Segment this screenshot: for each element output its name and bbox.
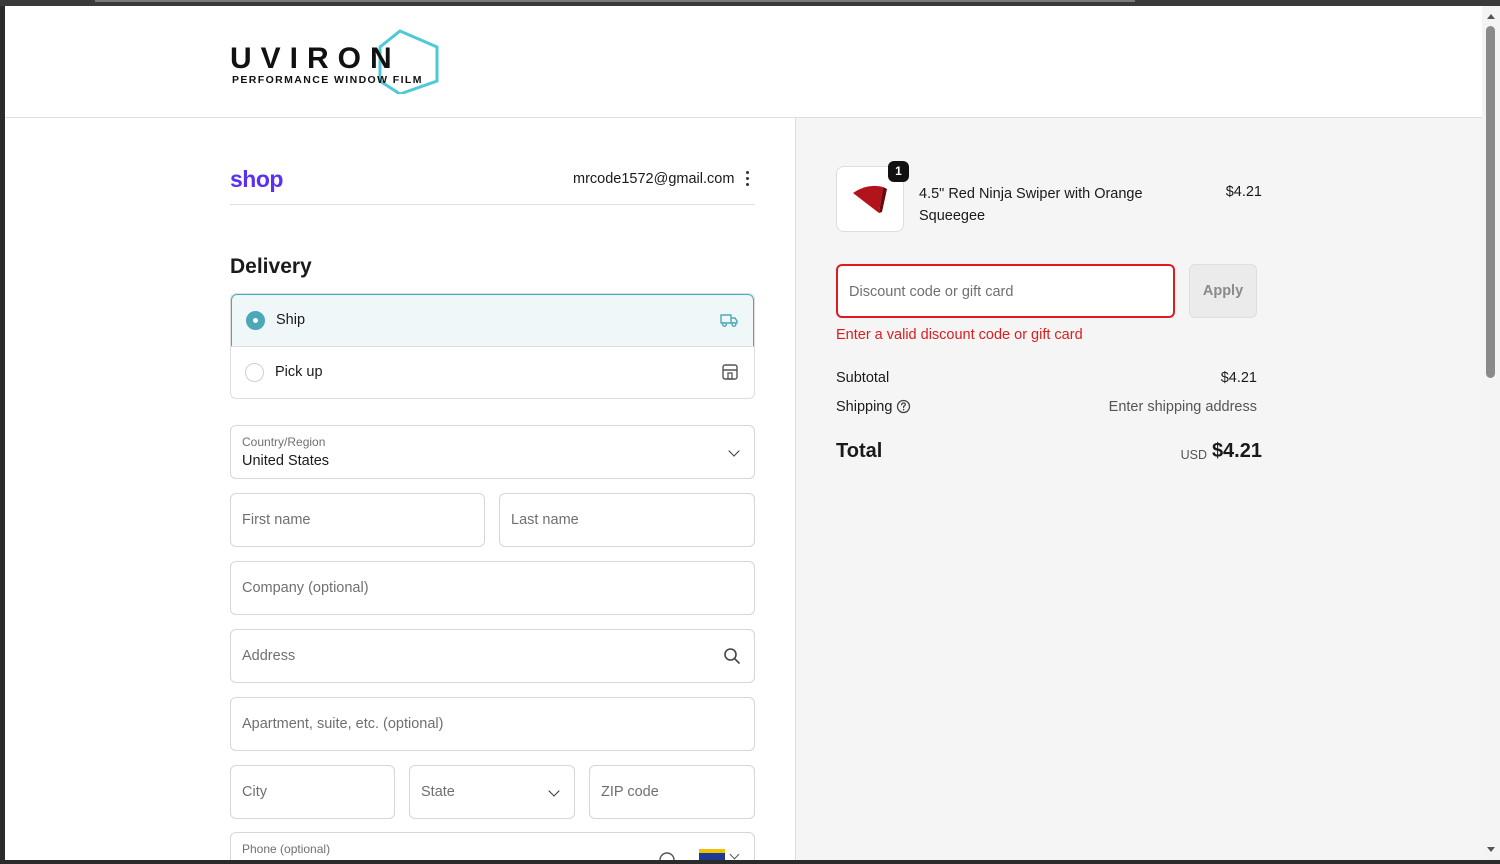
shop-pay-logo: shop: [230, 166, 283, 192]
shipping-label: Shipping: [836, 399, 893, 415]
subtotal-row: Subtotal $4.21: [836, 370, 1257, 386]
phone-field[interactable]: Phone (optional): [230, 832, 755, 860]
divider: [230, 204, 755, 205]
radio-button-checked[interactable]: [246, 311, 265, 330]
more-options-icon[interactable]: [745, 171, 751, 187]
help-circle-icon[interactable]: [896, 399, 911, 414]
checkout-header: UVIRON PERFORMANCE WINDOW FILM: [5, 6, 1482, 118]
delivery-heading: Delivery: [230, 255, 312, 278]
first-name-field[interactable]: First name: [230, 493, 485, 547]
scrollbar-thumb[interactable]: [1486, 26, 1495, 378]
help-icon[interactable]: [658, 851, 676, 860]
chevron-down-icon: [548, 785, 560, 797]
address-field[interactable]: Address: [230, 629, 755, 683]
delivery-option-pickup[interactable]: Pick up: [231, 346, 754, 398]
country-value: United States: [242, 453, 330, 469]
svg-text:PERFORMANCE WINDOW FILM: PERFORMANCE WINDOW FILM: [232, 74, 423, 86]
radio-button-unchecked[interactable]: [245, 363, 264, 382]
checkout-form-panel: shop mrcode1572@gmail.com Delivery Ship …: [5, 118, 795, 860]
state-placeholder: State: [421, 784, 455, 800]
company-placeholder: Company (optional): [242, 580, 369, 596]
ship-label: Ship: [276, 312, 306, 328]
product-name: 4.5" Red Ninja Swiper with Orange Squeeg…: [919, 186, 1143, 224]
country-select[interactable]: Country/Region United States: [230, 425, 755, 479]
state-select[interactable]: State: [409, 765, 575, 819]
uviron-logo[interactable]: UVIRON PERFORMANCE WINDOW FILM: [230, 28, 440, 94]
scroll-up-icon[interactable]: [1487, 14, 1495, 19]
account-email: mrcode1572@gmail.com: [573, 171, 735, 187]
shipping-value: Enter shipping address: [1108, 399, 1257, 415]
search-icon[interactable]: [723, 647, 741, 665]
city-field[interactable]: City: [230, 765, 395, 819]
scroll-down-icon[interactable]: [1487, 847, 1495, 852]
product-image: [853, 185, 887, 213]
truck-icon: [720, 314, 738, 327]
order-summary-panel: 1 4.5" Red Ninja Swiper with Orange Sque…: [795, 118, 1482, 860]
apartment-placeholder: Apartment, suite, etc. (optional): [242, 716, 444, 732]
discount-code-input[interactable]: Discount code or gift card: [836, 264, 1175, 318]
total-currency: USD: [1180, 448, 1207, 462]
apply-discount-button[interactable]: Apply: [1189, 264, 1257, 318]
vertical-scrollbar[interactable]: [1482, 6, 1500, 860]
country-label: Country/Region: [242, 435, 326, 449]
city-placeholder: City: [242, 784, 267, 800]
company-field[interactable]: Company (optional): [230, 561, 755, 615]
delivery-method-group: Ship Pick up: [230, 293, 755, 399]
quantity-badge: 1: [888, 161, 909, 182]
first-name-placeholder: First name: [242, 512, 311, 528]
store-icon: [722, 364, 738, 380]
apartment-field[interactable]: Apartment, suite, etc. (optional): [230, 697, 755, 751]
flag-icon[interactable]: [699, 849, 725, 860]
subtotal-value: $4.21: [1220, 370, 1257, 386]
browser-viewport: UVIRON PERFORMANCE WINDOW FILM shop mrco…: [5, 6, 1482, 860]
address-placeholder: Address: [242, 648, 296, 664]
svg-text:UVIRON: UVIRON: [230, 42, 401, 75]
total-label: Total: [836, 440, 883, 462]
chevron-down-icon: [728, 445, 740, 457]
last-name-placeholder: Last name: [511, 512, 579, 528]
discount-placeholder: Discount code or gift card: [849, 284, 1014, 300]
last-name-field[interactable]: Last name: [499, 493, 755, 547]
zip-field[interactable]: ZIP code: [589, 765, 755, 819]
discount-error-message: Enter a valid discount code or gift card: [836, 327, 1083, 343]
pickup-label: Pick up: [275, 364, 323, 380]
shipping-row: Shipping Enter shipping address: [836, 399, 1257, 415]
zip-placeholder: ZIP code: [601, 784, 659, 800]
delivery-option-ship[interactable]: Ship: [231, 294, 754, 347]
phone-label: Phone (optional): [242, 842, 331, 856]
chevron-down-icon[interactable]: [729, 849, 740, 860]
product-price: $4.21: [1225, 184, 1262, 200]
total-value: $4.21: [1211, 440, 1262, 462]
subtotal-label: Subtotal: [836, 370, 890, 386]
